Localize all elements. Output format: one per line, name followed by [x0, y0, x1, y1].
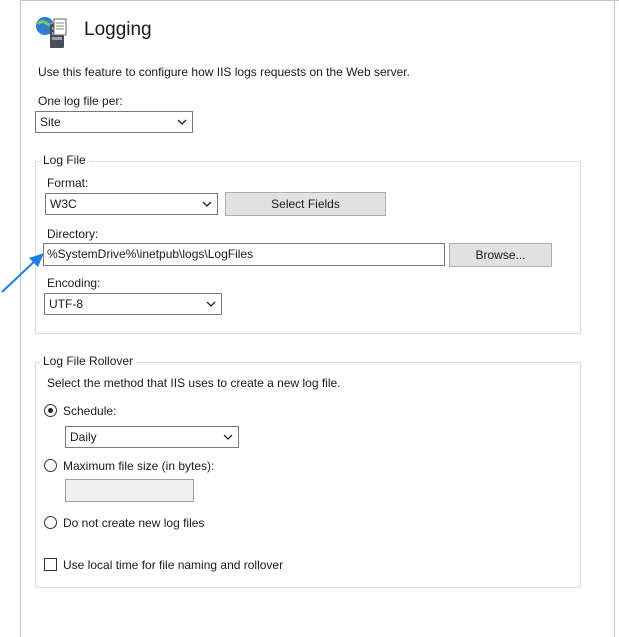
page-description: Use this feature to configure how IIS lo… — [38, 65, 410, 79]
local-time-checkbox[interactable] — [44, 558, 57, 571]
max-size-radio[interactable] — [44, 459, 57, 472]
encoding-label: Encoding: — [47, 276, 101, 290]
format-value: W3C — [50, 197, 77, 211]
chevron-down-icon — [223, 434, 233, 440]
schedule-label: Schedule: — [63, 404, 117, 418]
max-size-input[interactable] — [65, 479, 194, 502]
radio-selected-dot — [48, 408, 53, 413]
schedule-value: Daily — [70, 430, 97, 444]
browse-button[interactable]: Browse... — [449, 243, 552, 267]
encoding-value: UTF-8 — [49, 297, 83, 311]
page-title: Logging — [84, 19, 152, 40]
encoding-select[interactable]: UTF-8 — [44, 293, 222, 315]
select-fields-button[interactable]: Select Fields — [225, 192, 386, 216]
chevron-down-icon — [202, 201, 212, 207]
panel-border-top — [20, 0, 619, 1]
rollover-instructions: Select the method that IIS uses to creat… — [47, 376, 341, 390]
format-label: Format: — [47, 176, 89, 190]
rollover-group-title: Log File Rollover — [40, 354, 137, 368]
panel-border-right — [614, 0, 615, 637]
directory-label: Directory: — [47, 227, 99, 241]
panel-border — [20, 0, 21, 637]
rollover-group — [35, 362, 581, 588]
one-log-file-per-label: One log file per: — [38, 94, 123, 108]
schedule-radio[interactable] — [44, 404, 57, 417]
server-log-icon — [34, 14, 70, 50]
annotation-arrow-icon — [1, 253, 44, 293]
local-time-label: Use local time for file naming and rollo… — [63, 558, 284, 572]
no-new-log-files-label: Do not create new log files — [63, 516, 205, 530]
no-new-log-files-radio[interactable] — [44, 516, 57, 529]
max-size-label: Maximum file size (in bytes): — [63, 459, 215, 473]
chevron-down-icon — [177, 119, 187, 125]
schedule-select[interactable]: Daily — [65, 426, 239, 448]
one-log-file-per-select[interactable]: Site — [35, 111, 193, 133]
format-select[interactable]: W3C — [45, 193, 218, 215]
log-file-group-title: Log File — [40, 153, 89, 167]
chevron-down-icon — [206, 301, 216, 307]
one-log-file-per-value: Site — [40, 115, 61, 129]
directory-input[interactable]: %SystemDrive%\inetpub\logs\LogFiles — [43, 243, 445, 266]
